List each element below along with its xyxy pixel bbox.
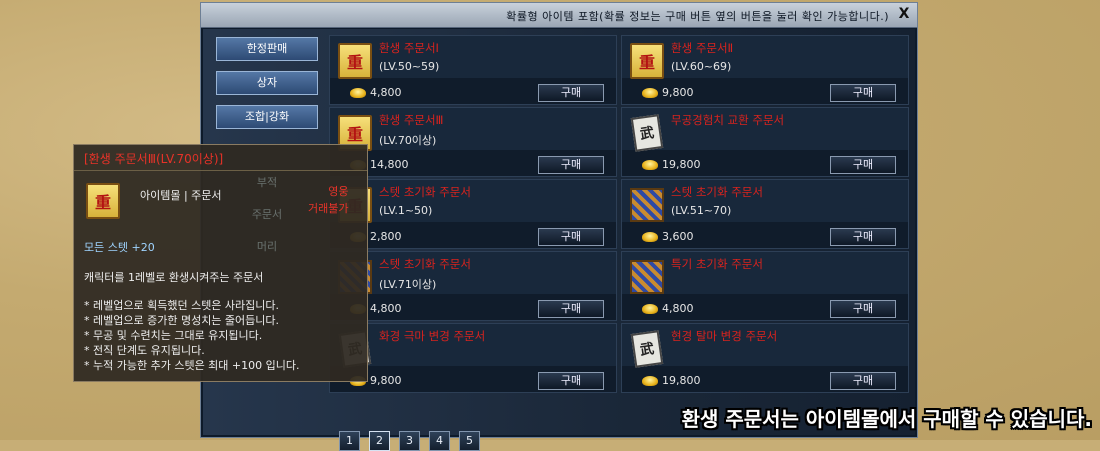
sidebar-item-hair[interactable]: 머리 bbox=[218, 236, 316, 260]
book-icon: 武 bbox=[628, 114, 666, 152]
gold-icon bbox=[642, 87, 658, 98]
price-value: 3,600 bbox=[662, 230, 694, 243]
item-name: 스텟 초기화 주문서 bbox=[671, 185, 763, 199]
item-name: 현경 탈마 변경 주문서 bbox=[671, 329, 778, 343]
scroll-icon: 重 bbox=[83, 181, 123, 221]
buy-button[interactable]: 구매 bbox=[830, 228, 896, 246]
tooltip-note: * 전직 단계도 유지됩니다. bbox=[84, 344, 205, 357]
buy-button[interactable]: 구매 bbox=[830, 156, 896, 174]
gold-icon bbox=[642, 159, 658, 170]
item-price: 19,800 bbox=[642, 158, 701, 171]
tooltip-note: * 레벨업으로 획득했던 스텟은 사라집니다. bbox=[84, 299, 280, 312]
tooltip-category: 아이템몰 | 주문서 bbox=[140, 189, 222, 202]
page-button-1[interactable]: 1 bbox=[339, 431, 360, 451]
item-name: 특기 초기화 주문서 bbox=[671, 257, 763, 271]
price-value: 19,800 bbox=[662, 158, 701, 171]
page-button-3[interactable]: 3 bbox=[399, 431, 420, 451]
buy-button[interactable]: 구매 bbox=[538, 156, 604, 174]
gold-icon bbox=[642, 375, 658, 386]
item-card: 스텟 초기화 주문서 (LV.71이상) 4,800 구매 bbox=[329, 251, 617, 321]
item-name: 환생 주문서Ⅲ bbox=[379, 113, 444, 127]
price-value: 4,800 bbox=[370, 86, 402, 99]
tooltip-note: * 레벨업으로 증가한 명성치는 줄어듭니다. bbox=[84, 314, 280, 327]
caption-text: 환생 주문서는 아이템몰에서 구매할 수 있습니다. bbox=[681, 407, 1092, 431]
buy-button[interactable]: 구매 bbox=[830, 372, 896, 390]
tooltip-stat: 모든 스텟 +20 bbox=[84, 241, 155, 254]
gold-icon bbox=[642, 303, 658, 314]
buy-button[interactable]: 구매 bbox=[538, 300, 604, 318]
gold-icon bbox=[642, 231, 658, 242]
page-button-2[interactable]: 2 bbox=[369, 431, 390, 451]
item-card: 스텟 초기화 주문서 (LV.51~70) 3,600 구매 bbox=[621, 179, 909, 249]
buy-button[interactable]: 구매 bbox=[538, 84, 604, 102]
price-value: 14,800 bbox=[370, 158, 409, 171]
gold-icon bbox=[350, 87, 366, 98]
buy-button[interactable]: 구매 bbox=[538, 228, 604, 246]
category-sidebar: 한정판매 상자 조합|강화 bbox=[216, 37, 322, 139]
tooltip-note: * 누적 가능한 추가 스텟은 최대 +100 입니다. bbox=[84, 359, 300, 372]
page-button-4[interactable]: 4 bbox=[429, 431, 450, 451]
close-button[interactable]: X bbox=[896, 6, 912, 22]
item-card: 重 환생 주문서Ⅱ (LV.60~69) 9,800 구매 bbox=[621, 35, 909, 105]
untradable-flag: 거래불가 bbox=[308, 202, 349, 215]
sidebar-item-limited-sale[interactable]: 한정판매 bbox=[216, 37, 318, 61]
sidebar-item-scroll[interactable]: 주문서 bbox=[218, 204, 316, 228]
sidebar-item-combine-enhance[interactable]: 조합|강화 bbox=[216, 105, 318, 129]
scroll-icon: 重 bbox=[628, 42, 666, 80]
scroll-icon: 重 bbox=[336, 42, 374, 80]
item-name: 화경 극마 변경 주문서 bbox=[379, 329, 486, 343]
item-name: 환생 주문서Ⅱ bbox=[671, 41, 734, 55]
item-price: 9,800 bbox=[642, 86, 694, 99]
item-price: 4,800 bbox=[350, 86, 402, 99]
item-price: 3,600 bbox=[642, 230, 694, 243]
buy-button[interactable]: 구매 bbox=[830, 300, 896, 318]
item-price: 19,800 bbox=[642, 374, 701, 387]
hero-flag: 영웅 bbox=[328, 185, 349, 198]
price-value: 9,800 bbox=[662, 86, 694, 99]
sidebar-item-box[interactable]: 상자 bbox=[216, 71, 318, 95]
item-card: 重 환생 주문서Ⅰ (LV.50~59) 4,800 구매 bbox=[329, 35, 617, 105]
item-card: 重 환생 주문서Ⅲ (LV.70이상) 14,800 구매 bbox=[329, 107, 617, 177]
book-icon: 武 bbox=[628, 330, 666, 368]
item-level: (LV.70이상) bbox=[379, 134, 437, 147]
item-card: 武 무공경험치 교환 주문서 19,800 구매 bbox=[621, 107, 909, 177]
sidebar-item-talisman[interactable]: 부적 bbox=[218, 172, 316, 196]
item-grid: 重 환생 주문서Ⅰ (LV.50~59) 4,800 구매 重 환생 주문서Ⅱ (LV.60~… bbox=[329, 35, 915, 399]
item-name: 스텟 초기화 주문서 bbox=[379, 185, 471, 199]
item-name: 스텟 초기화 주문서 bbox=[379, 257, 471, 271]
tooltip-description: 캐릭터를 1레벨로 환생시켜주는 주문서 bbox=[84, 271, 264, 284]
rug-icon bbox=[628, 258, 666, 296]
tooltip-notes: * 레벨업으로 획득했던 스텟은 사라집니다. * 레벨업으로 증가한 명성치는… bbox=[84, 298, 299, 373]
item-price: 4,800 bbox=[642, 302, 694, 315]
window-title: 확률형 아이템 포함(확률 정보는 구매 버튼 옆의 버튼을 눌러 확인 가능합… bbox=[506, 10, 889, 23]
item-level: (LV.1~50) bbox=[379, 204, 433, 217]
tooltip-note: * 무공 및 수련치는 그대로 유지됩니다. bbox=[84, 329, 263, 342]
item-level: (LV.51~70) bbox=[671, 204, 732, 217]
item-card: 武화경 극마 변경 주문서9,800구매 bbox=[329, 323, 617, 393]
price-value: 9,800 bbox=[370, 374, 402, 387]
price-value: 4,800 bbox=[370, 302, 402, 315]
item-level: (LV.60~69) bbox=[671, 60, 732, 73]
buy-button[interactable]: 구매 bbox=[830, 84, 896, 102]
tooltip-title: [환생 주문서Ⅲ(LV.70이상)] bbox=[84, 152, 224, 166]
page-button-5[interactable]: 5 bbox=[459, 431, 480, 451]
price-value: 2,800 bbox=[370, 230, 402, 243]
item-level: (LV.50~59) bbox=[379, 60, 440, 73]
item-name: 무공경험치 교환 주문서 bbox=[671, 113, 785, 127]
item-card: 武 현경 탈마 변경 주문서 19,800 구매 bbox=[621, 323, 909, 393]
price-value: 4,800 bbox=[662, 302, 694, 315]
pagination: 12345 bbox=[339, 431, 480, 451]
price-value: 19,800 bbox=[662, 374, 701, 387]
rug-icon bbox=[628, 186, 666, 224]
tooltip-header: [환생 주문서Ⅲ(LV.70이상)] bbox=[74, 145, 367, 171]
item-name: 환생 주문서Ⅰ bbox=[379, 41, 439, 55]
buy-button[interactable]: 구매 bbox=[538, 372, 604, 390]
titlebar: 확률형 아이템 포함(확률 정보는 구매 버튼 옆의 버튼을 눌러 확인 가능합… bbox=[201, 3, 917, 28]
item-card: 重스텟 초기화 주문서(LV.1~50)2,800구매 bbox=[329, 179, 617, 249]
item-level: (LV.71이상) bbox=[379, 278, 437, 291]
tooltip-flags: 영웅 거래불가 bbox=[308, 183, 348, 217]
item-card: 특기 초기화 주문서 4,800 구매 bbox=[621, 251, 909, 321]
